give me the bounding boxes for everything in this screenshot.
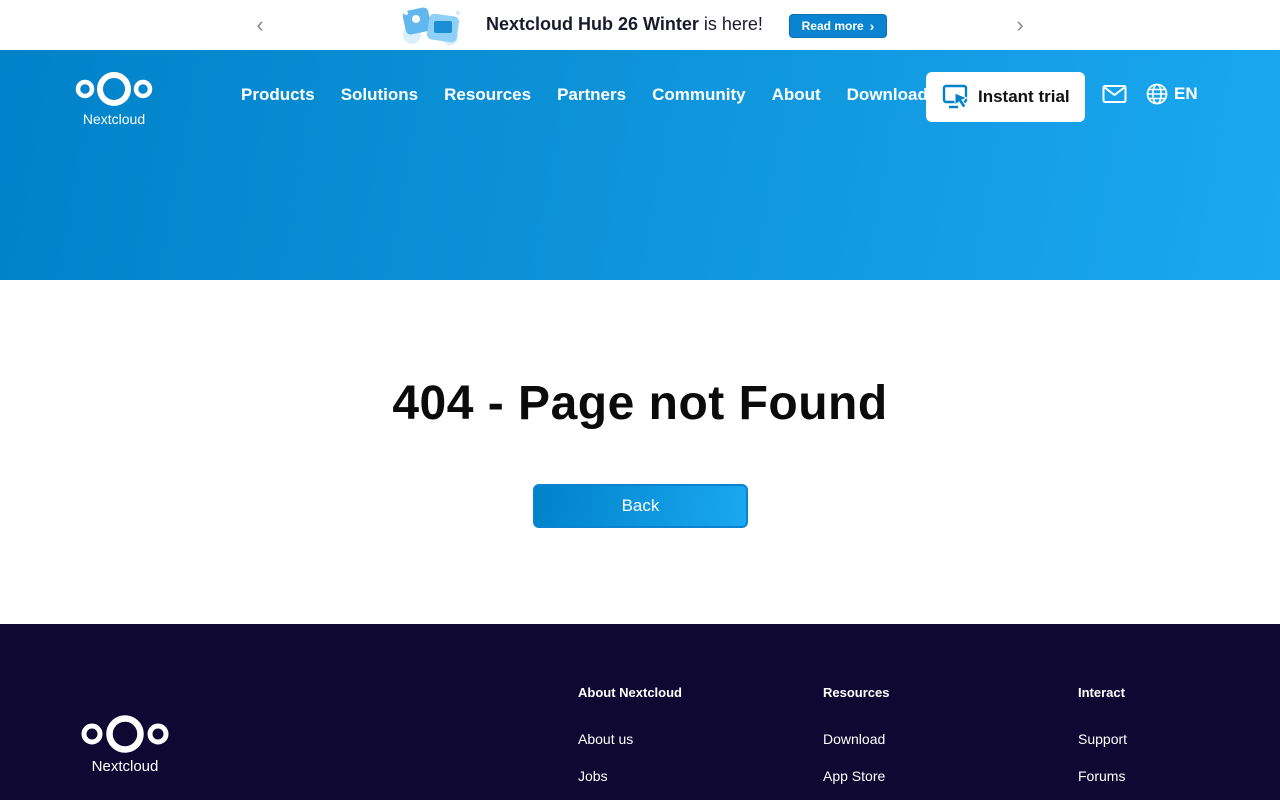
footer-logo[interactable]: Nextcloud: [78, 712, 172, 778]
read-more-button[interactable]: Read more ›: [789, 14, 887, 38]
nav-products[interactable]: Products: [241, 85, 315, 105]
footer-column-about: About Nextcloud About us Jobs: [578, 685, 682, 800]
language-selector[interactable]: EN: [1146, 83, 1198, 105]
announcement-text: Nextcloud Hub 26 Winter is here!: [486, 14, 763, 35]
nav-partners[interactable]: Partners: [557, 85, 626, 105]
language-label: EN: [1174, 84, 1198, 103]
chevron-right-icon: ›: [1016, 12, 1024, 37]
footer-heading: About Nextcloud: [578, 685, 682, 700]
nextcloud-logo-icon: [75, 72, 153, 106]
announcement-headline-rest: is here!: [698, 14, 763, 34]
nav-resources[interactable]: Resources: [444, 85, 531, 105]
announcement-headline-bold: Nextcloud Hub 26 Winter: [486, 14, 699, 34]
screen-cursor-icon: [942, 84, 969, 109]
footer-link-download[interactable]: Download: [823, 731, 889, 768]
nextcloud-logo[interactable]: Nextcloud: [72, 70, 156, 130]
footer-link-app-store[interactable]: App Store: [823, 768, 889, 800]
footer-column-interact: Interact Support Forums: [1078, 685, 1127, 800]
footer-link-forums[interactable]: Forums: [1078, 768, 1127, 800]
announcement-prev-button[interactable]: ‹: [248, 13, 272, 37]
announcement-bar: ‹ Nextcloud Hub 26 Winter is here! Read …: [0, 0, 1280, 50]
nav-community[interactable]: Community: [652, 85, 746, 105]
footer-heading: Interact: [1078, 685, 1125, 700]
nextcloud-logo-icon: [81, 715, 169, 753]
site-footer: Nextcloud About Nextcloud About us Jobs …: [0, 624, 1280, 800]
mail-icon[interactable]: [1102, 84, 1127, 104]
globe-icon: [1146, 83, 1168, 105]
site-header: Nextcloud Products Solutions Resources P…: [0, 50, 1280, 280]
instant-trial-label: Instant trial: [978, 87, 1070, 106]
nav-download[interactable]: Download: [847, 85, 928, 105]
chevron-right-icon: ›: [869, 18, 875, 34]
footer-column-resources: Resources Download App Store: [823, 685, 889, 800]
instant-trial-button[interactable]: Instant trial: [926, 72, 1085, 122]
footer-link-support[interactable]: Support: [1078, 731, 1127, 768]
footer-heading: Resources: [823, 685, 890, 700]
winter-illustration-icon: [402, 7, 460, 45]
page-title: 404 - Page not Found: [392, 377, 888, 430]
back-button[interactable]: Back: [533, 484, 748, 528]
logo-wordmark: Nextcloud: [82, 111, 146, 127]
main-content: 404 - Page not Found Back: [0, 280, 1280, 624]
read-more-label: Read more: [801, 19, 864, 33]
footer-link-about-us[interactable]: About us: [578, 731, 682, 768]
nav-about[interactable]: About: [772, 85, 821, 105]
main-nav: Products Solutions Resources Partners Co…: [241, 85, 954, 105]
nav-solutions[interactable]: Solutions: [341, 85, 418, 105]
footer-logo-wordmark: Nextcloud: [91, 758, 159, 775]
announcement-next-button[interactable]: ›: [1008, 13, 1032, 37]
chevron-left-icon: ‹: [256, 12, 264, 37]
footer-link-jobs[interactable]: Jobs: [578, 768, 682, 800]
